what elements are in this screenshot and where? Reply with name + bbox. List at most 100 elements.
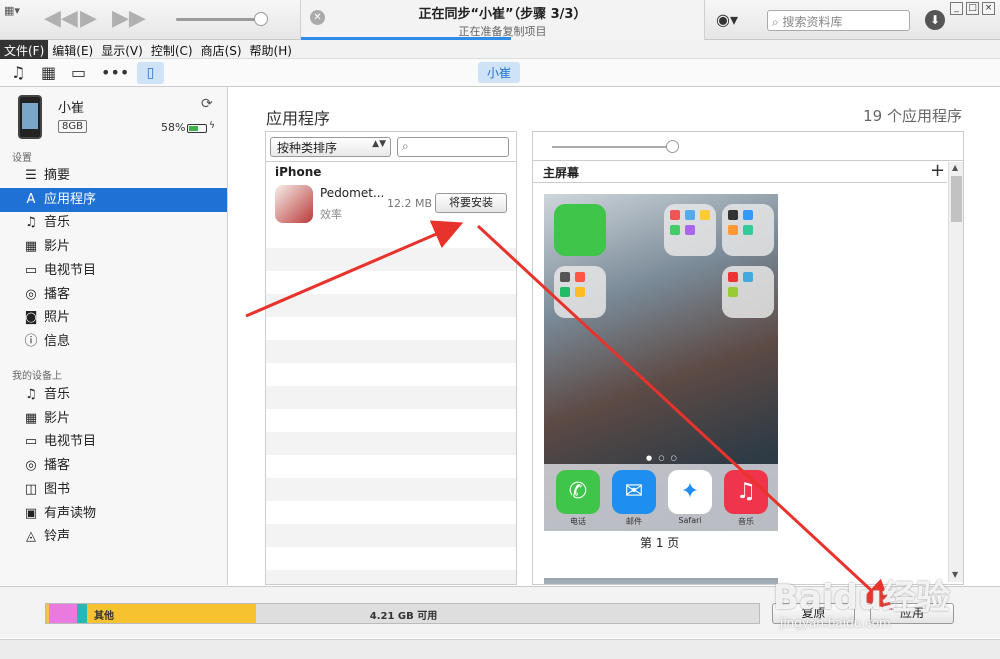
music-icon[interactable]: ♫ [11, 63, 25, 83]
page-indicator: ● ○ ○ [646, 454, 679, 462]
sidebar-device-item-podcast[interactable]: ◎ 播客 [0, 454, 227, 478]
dock-app-icon[interactable]: ✆ [556, 470, 600, 514]
sidebar-item-info[interactable]: ⓘ 信息 [0, 330, 227, 354]
close-button[interactable]: × [982, 2, 995, 15]
sidebar-item-label: 音乐 [44, 387, 71, 402]
sidebar-item-label: 信息 [44, 333, 71, 349]
sidebar: 小崔 ⟳ 8GB 58% ϟ 设置 ☰ 摘要 A 应用程序 ♫ 音乐 ▦ 影片 ▭ 电视节目 ◎ 播客… [0, 87, 228, 585]
sidebar-item-tv[interactable]: ▭ 电视节目 [0, 259, 227, 283]
more-icon[interactable]: ••• [101, 63, 129, 83]
baidu-watermark-url: jingyan.baidu.com [780, 616, 891, 630]
home-screen-title: 主屏幕 [543, 166, 580, 180]
menu-view[interactable]: 显示(V) [97, 40, 147, 61]
app-category: 效率 [320, 208, 342, 221]
vertical-scrollbar[interactable]: ▲ ▼ [948, 162, 963, 582]
capacity-free-label: 4.21 GB 可用 [369, 611, 438, 622]
scroll-up-icon[interactable]: ▲ [952, 163, 958, 172]
menu-help[interactable]: 帮助(H) [246, 40, 296, 61]
page-title: 应用程序 [266, 109, 331, 128]
pedometer-app-icon [275, 185, 313, 223]
volume-slider[interactable] [176, 18, 262, 21]
tv-icon: ▭ [24, 262, 38, 278]
music-icon: ♫ [25, 215, 37, 231]
sync-title: 正在同步“小崔”（步骤 3/3） [418, 7, 587, 22]
sidebar-item-label: 播客 [44, 458, 71, 474]
app-folder-icon[interactable] [664, 204, 716, 256]
volume-knob[interactable] [254, 12, 268, 26]
dock-app-label: Safari [678, 516, 702, 525]
battery-icon [187, 124, 207, 133]
device-icon[interactable]: ▯ [137, 62, 164, 84]
account-icon[interactable]: ◉▾ [716, 10, 738, 29]
sidebar-item-label: 播客 [44, 286, 71, 302]
sidebar-item-label: 应用程序 [44, 191, 97, 207]
sidebar-item-apps[interactable]: A 应用程序 [0, 187, 227, 212]
film-icon[interactable]: ▦ [41, 63, 56, 83]
home-screen-preview[interactable]: ● ○ ○ ✆ 电话 ✉ 邮件 ✦ Safari ♫ 音乐 [544, 194, 778, 531]
dock-app-icon[interactable]: ♫ [724, 470, 768, 514]
app-folder-icon[interactable] [722, 204, 774, 256]
sidebar-device-item-film[interactable]: ▦ 影片 [0, 407, 227, 431]
sidebar-device-item-book[interactable]: ◫ 图书 [0, 478, 227, 502]
sync-icon: ⟳ [201, 96, 213, 112]
next-track-icon[interactable]: ▶▶ [112, 8, 146, 30]
install-button[interactable]: 将要安装 [435, 193, 507, 213]
sidebar-device-item-bell[interactable]: ◬ 铃声 [0, 525, 227, 549]
search-placeholder: 搜索资料库 [782, 15, 843, 29]
status-bar [0, 639, 1000, 659]
page-label: 第 1 页 [640, 536, 680, 550]
messages-app-icon[interactable] [554, 204, 606, 256]
scroll-down-icon[interactable]: ▼ [952, 570, 958, 579]
device-tab[interactable]: 小崔 [478, 62, 521, 83]
app-folder-icon[interactable] [554, 266, 606, 318]
dock-app-icon[interactable]: ✦ [668, 470, 712, 514]
zoom-knob[interactable] [666, 140, 679, 153]
app-row[interactable]: Pedomet... 效率 12.2 MB 将要安装 [266, 182, 516, 228]
home-screen-preview-page-2[interactable] [544, 578, 778, 584]
sidebar-item-summary[interactable]: ☰ 摘要 [0, 164, 227, 188]
dock: ✆ 电话 ✉ 邮件 ✦ Safari ♫ 音乐 [544, 464, 778, 531]
sort-select[interactable]: 按种类排序 ▲▼ [270, 137, 391, 157]
menu-bar: 文件(F) 编辑(E) 显示(V) 控制(C) 商店(S) 帮助(H) [0, 40, 1000, 61]
search-input[interactable]: ⌕ 搜索资料库 [767, 10, 910, 31]
list-group-title: iPhone [275, 165, 322, 179]
menu-file[interactable]: 文件(F) [0, 40, 49, 61]
play-icon[interactable]: ▶ [80, 8, 97, 30]
main-content: 应用程序 19 个应用程序 按种类排序 ▲▼ ⌕ iPhone Pedomet.… [229, 87, 1000, 585]
menu-edit[interactable]: 编辑(E) [48, 40, 97, 61]
sidebar-device-item-audiobook[interactable]: ▣ 有声读物 [0, 502, 227, 526]
sort-label: 按种类排序 [277, 141, 338, 155]
home-screen-panel: 主屏幕 + ▲ ▼ ● ○ ○ ✆ 电话 ✉ 邮件 ✦ Safari ♫ 音乐 … [532, 131, 964, 585]
maximize-button[interactable]: □ [966, 2, 979, 15]
sidebar-device-item-tv[interactable]: ▭ 电视节目 [0, 430, 227, 454]
sidebar-item-podcast[interactable]: ◎ 播客 [0, 283, 227, 307]
app-folder-icon[interactable] [722, 266, 774, 318]
cancel-sync-icon[interactable]: ✕ [310, 10, 325, 25]
sidebar-item-camera[interactable]: ◙ 照片 [0, 306, 227, 330]
download-icon[interactable]: ⬇ [925, 10, 945, 30]
app-list-panel: 按种类排序 ▲▼ ⌕ iPhone Pedomet... 效率 12.2 MB … [265, 131, 517, 585]
sidebar-item-label: 电视节目 [44, 262, 97, 278]
app-search-input[interactable]: ⌕ [397, 137, 509, 157]
dock-app-label: 电话 [570, 517, 586, 526]
tv-icon[interactable]: ▭ [71, 63, 86, 83]
sidebar-item-music[interactable]: ♫ 音乐 [0, 211, 227, 235]
sidebar-item-film[interactable]: ▦ 影片 [0, 235, 227, 259]
previous-track-icon[interactable]: ◀◀ [44, 8, 78, 30]
add-page-icon[interactable]: + [930, 160, 945, 181]
scroll-thumb[interactable] [951, 176, 962, 222]
zoom-slider[interactable] [552, 146, 678, 148]
sidebar-item-label: 照片 [44, 310, 71, 326]
menu-store[interactable]: 商店(S) [197, 40, 246, 61]
audiobook-icon: ▣ [24, 505, 38, 521]
sidebar-item-label: 摘要 [44, 168, 71, 183]
dock-app-icon[interactable]: ✉ [612, 470, 656, 514]
menu-controls[interactable]: 控制(C) [147, 40, 197, 61]
title-bar: ▦▾ ◀◀ ▶ ▶▶ ✕ 正在同步“小崔”（步骤 3/3） 正在准备复制项目 ◉… [0, 0, 1000, 40]
system-menu-icon[interactable]: ▦▾ [4, 4, 20, 17]
sidebar-device-item-music[interactable]: ♫ 音乐 [0, 383, 227, 407]
minimize-button[interactable]: _ [950, 2, 963, 15]
sidebar-item-label: 铃声 [44, 529, 71, 545]
battery-percent: 58% [161, 121, 186, 134]
film-icon: ▦ [24, 410, 38, 426]
